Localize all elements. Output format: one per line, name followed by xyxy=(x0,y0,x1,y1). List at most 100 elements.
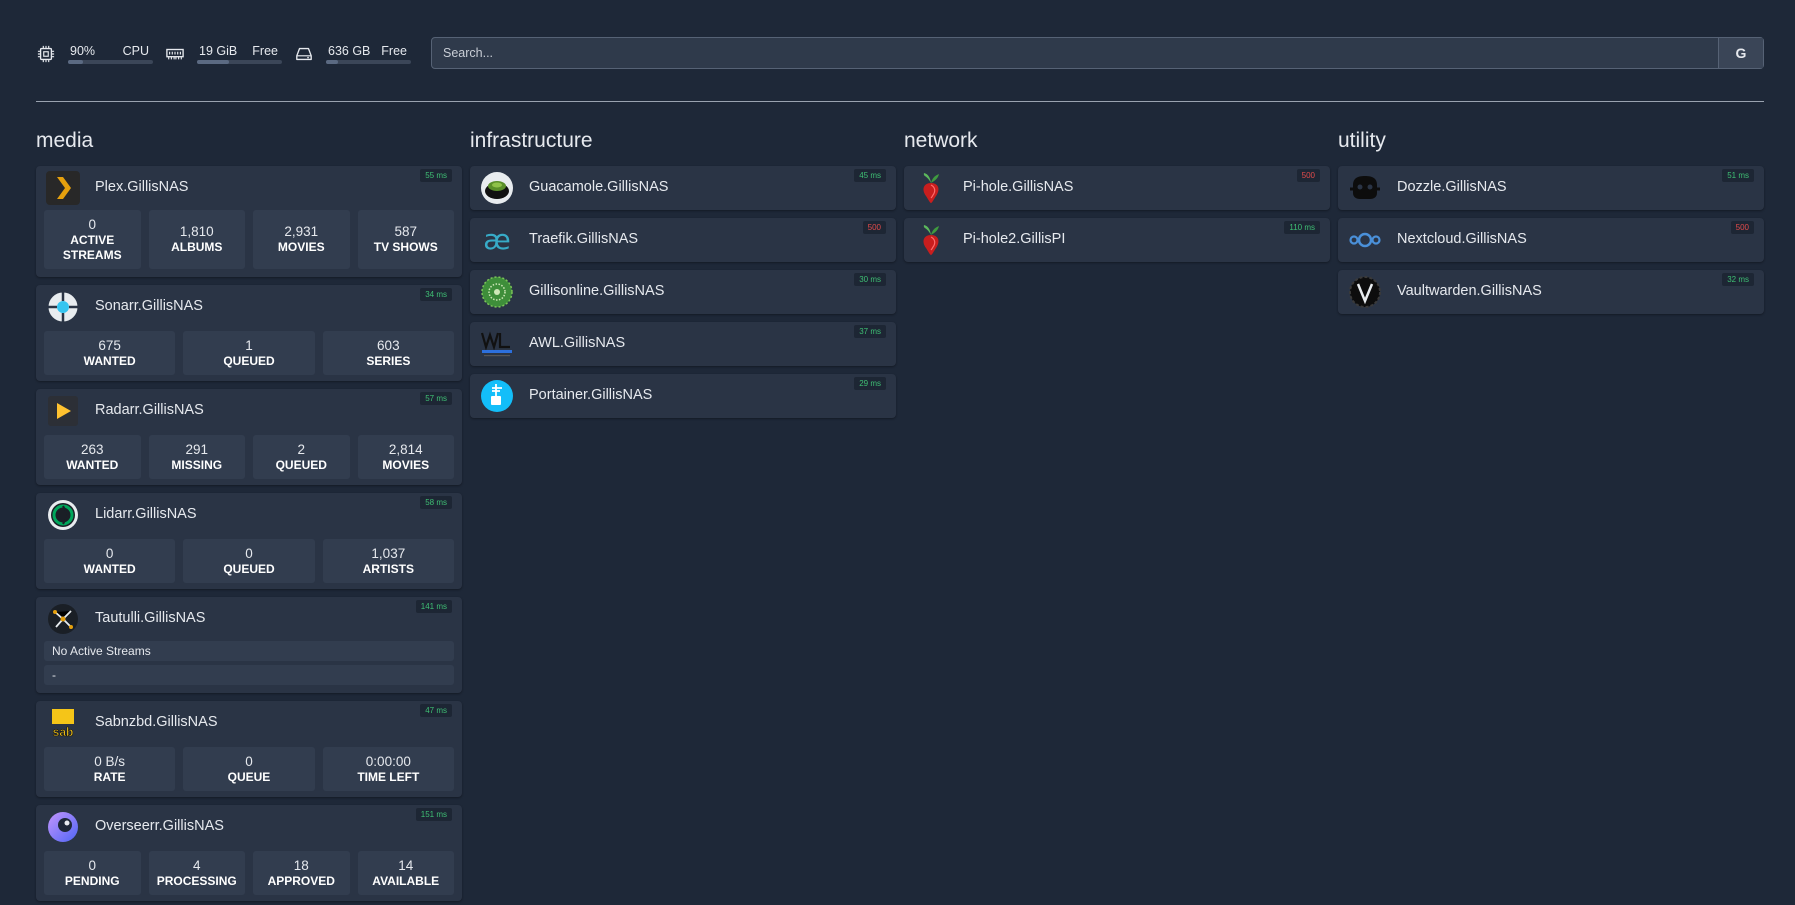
cpu-resource: 90% CPU xyxy=(36,42,153,68)
service-card-pihole[interactable]: Pi-hole.GillisNAS 500 xyxy=(904,166,1330,210)
group-title-utility: utility xyxy=(1338,129,1386,152)
radarr-icon xyxy=(48,396,78,426)
header-divider xyxy=(36,101,1764,102)
cpu-bar xyxy=(68,60,153,64)
stat-block: 0 B/s RATE xyxy=(44,747,176,791)
sabnzbd-icon: sab xyxy=(52,709,74,739)
service-name: Gillisonline.GillisNAS xyxy=(529,283,665,299)
stat-block: 14 AVAILABLE xyxy=(357,851,454,895)
service-name: Guacamole.GillisNAS xyxy=(529,179,669,195)
stat-block: 1,810 ALBUMS xyxy=(148,210,245,269)
service-card-overseerr[interactable]: Overseerr.GillisNAS 151 ms 0 PENDING 4 PRO… xyxy=(36,805,462,901)
ping-badge: 32 ms xyxy=(1722,273,1754,286)
stat-label: AVAILABLE xyxy=(372,873,440,888)
ping-badge: 51 ms xyxy=(1722,169,1754,182)
service-name: Plex.GillisNAS xyxy=(95,179,189,195)
hard-drive-icon xyxy=(296,47,312,61)
overseerr-icon xyxy=(48,812,78,842)
disk-bar-fill xyxy=(326,60,338,64)
stat-value: 1,810 xyxy=(179,224,214,239)
stat-value: 0 B/s xyxy=(94,753,126,769)
service-name: Dozzle.GillisNAS xyxy=(1397,179,1507,195)
stat-label: WANTED xyxy=(83,561,136,576)
service-card-plex[interactable]: Plex.GillisNAS 55 ms 0 ACTIVE STREAMS 1,8… xyxy=(36,166,462,277)
memory-resource: 19 GiB Free xyxy=(165,42,282,68)
group-title-media: media xyxy=(36,129,94,152)
service-card-traefik[interactable]: æ Traefik.GillisNAS 500 xyxy=(470,218,896,262)
disk-value: 636 GB xyxy=(328,44,371,58)
stat-block: 4 PROCESSING xyxy=(148,851,245,895)
gillisonline-icon xyxy=(481,276,513,308)
ping-badge: 500 xyxy=(1296,169,1320,182)
service-name: Radarr.GillisNAS xyxy=(95,402,204,418)
stat-label: SERIES xyxy=(366,353,411,368)
memory-icon xyxy=(166,48,184,60)
stat-label: TIME LEFT xyxy=(357,769,420,784)
stat-block: 0 PENDING xyxy=(44,851,141,895)
stat-block: 291 MISSING xyxy=(148,435,245,479)
service-card-portainer[interactable]: Portainer.GillisNAS 29 ms xyxy=(470,374,896,418)
stat-block: 0 ACTIVE STREAMS xyxy=(44,210,141,269)
service-card-vaultwarden[interactable]: Vaultwarden.GillisNAS 32 ms xyxy=(1338,270,1764,314)
group-network: network Pi-hole.GillisNAS 500 Pi-hole2.G… xyxy=(904,127,1330,270)
memory-value: 19 GiB xyxy=(199,44,238,58)
service-card-dozzle[interactable]: Dozzle.GillisNAS 51 ms xyxy=(1338,166,1764,210)
service-card-gillisonline[interactable]: Gillisonline.GillisNAS 30 ms xyxy=(470,270,896,314)
stat-label: WANTED xyxy=(66,457,119,472)
stat-label: RATE xyxy=(93,769,126,784)
search-input[interactable] xyxy=(432,38,1716,68)
lidarr-icon xyxy=(48,500,78,530)
disk-resource: 636 GB Free xyxy=(294,42,411,68)
stat-value: 1,037 xyxy=(371,545,406,561)
stat-value: 0 xyxy=(88,857,96,873)
stat-value: 0:00:00 xyxy=(365,753,411,769)
group-utility: utility Dozzle.GillisNAS 51 ms Nextcloud… xyxy=(1338,127,1764,322)
service-card-radarr[interactable]: Radarr.GillisNAS 57 ms 263 WANTED 291 MISS… xyxy=(36,389,462,485)
tautulli-detail-line: - xyxy=(44,665,454,685)
service-name: Sonarr.GillisNAS xyxy=(95,298,203,314)
stat-value: 2 xyxy=(297,441,305,457)
service-card-sabnzbd[interactable]: sab Sabnzbd.GillisNAS 47 ms 0 B/s RATE 0Q… xyxy=(36,701,462,797)
stat-block: 18 APPROVED xyxy=(253,851,350,895)
portainer-icon xyxy=(481,380,513,412)
service-card-nextcloud[interactable]: Nextcloud.GillisNAS 500 xyxy=(1338,218,1764,262)
google-search-button[interactable]: G xyxy=(1718,38,1763,68)
ping-badge: 30 ms xyxy=(854,273,886,286)
top-bar: 90% CPU 19 GiB Free 636 GB Free G xyxy=(36,37,1764,69)
ping-badge: 45 ms xyxy=(854,169,886,182)
stat-block: 263 WANTED xyxy=(44,435,141,479)
cpu-bar-fill xyxy=(68,60,84,64)
guacamole-icon xyxy=(481,172,513,204)
nextcloud-icon xyxy=(1349,232,1381,248)
ping-badge: 500 xyxy=(862,221,886,234)
service-card-lidarr[interactable]: Lidarr.GillisNAS 58 ms 0 WANTED 0 QUEUED 1… xyxy=(36,493,462,589)
stat-block: 0 QUEUE xyxy=(183,747,315,791)
traefik-icon: æ xyxy=(483,223,511,256)
ping-badge: 34 ms xyxy=(420,288,452,301)
stat-block: 2,814 MOVIES xyxy=(357,435,454,479)
stat-label: QUEUE xyxy=(227,769,271,784)
service-card-sonarr[interactable]: Sonarr.GillisNAS 34 ms 675 WANTED 1 QUEUED… xyxy=(36,285,462,381)
stat-label: PROCESSING xyxy=(156,873,237,888)
stat-value: 0 xyxy=(245,545,253,561)
pihole-icon xyxy=(923,225,939,255)
cpu-value: 90% xyxy=(70,44,96,58)
stat-block: 0 WANTED xyxy=(44,539,176,583)
service-name: Portainer.GillisNAS xyxy=(529,387,653,403)
service-name: Lidarr.GillisNAS xyxy=(95,506,197,522)
vaultwarden-icon xyxy=(1349,276,1381,308)
pihole-icon xyxy=(923,173,939,203)
stat-block: 603 SERIES xyxy=(322,331,454,375)
stat-block: 675 WANTED xyxy=(44,331,176,375)
stats-row: 0 WANTED 0 QUEUED 1,037 ARTISTS xyxy=(44,539,454,583)
stat-label: PENDING xyxy=(64,873,120,888)
service-name: Vaultwarden.GillisNAS xyxy=(1397,283,1542,299)
ping-badge: 141 ms xyxy=(415,600,452,613)
plex-icon xyxy=(46,171,80,205)
service-card-guacamole[interactable]: Guacamole.GillisNAS 45 ms xyxy=(470,166,896,210)
service-card-pihole2[interactable]: Pi-hole2.GillisPI 110 ms xyxy=(904,218,1330,262)
service-card-tautulli[interactable]: Tautulli.GillisNAS 141 ms No Active Stre… xyxy=(36,597,462,693)
stat-label: QUEUED xyxy=(223,561,275,576)
stats-row: 0 PENDING 4 PROCESSING 18 APPROVED 14 AVAILA… xyxy=(44,851,454,895)
service-card-awl[interactable]: AWL.GillisNAS 37 ms xyxy=(470,322,896,366)
